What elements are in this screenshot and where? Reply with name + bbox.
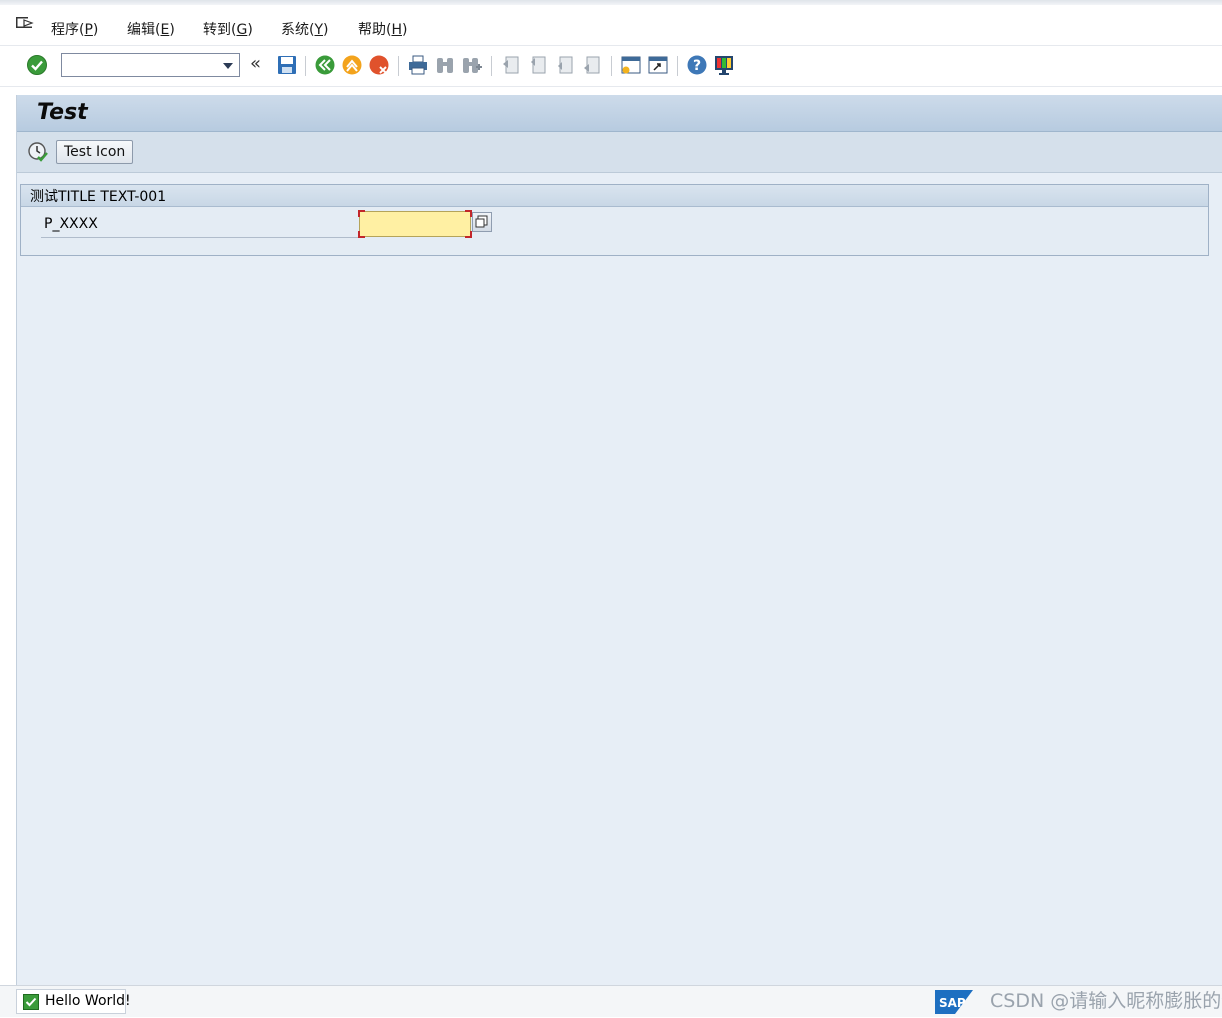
menu-program[interactable]: 程序(P)	[51, 19, 98, 39]
value-help-button[interactable]	[472, 212, 492, 232]
toolbar-separator	[677, 56, 678, 76]
param-label: P_XXXX	[44, 216, 98, 232]
toolbar-separator	[491, 56, 492, 76]
new-session-icon[interactable]	[620, 54, 642, 76]
find-icon[interactable]	[434, 54, 456, 76]
status-message-box[interactable]: Hello World!	[16, 989, 131, 1014]
standard-toolbar: « ?	[0, 45, 1222, 87]
last-page-icon[interactable]	[581, 54, 603, 76]
frame-title-bar: 测试TITLE TEXT-001	[21, 185, 1208, 207]
param-label-underline	[41, 237, 359, 238]
required-marker	[358, 210, 365, 217]
selection-frame: 测试TITLE TEXT-001 P_XXXX	[20, 184, 1209, 256]
previous-page-icon[interactable]	[527, 54, 549, 76]
required-marker	[465, 231, 472, 238]
toolbar-separator	[398, 56, 399, 76]
find-next-icon[interactable]	[461, 54, 483, 76]
command-field[interactable]	[61, 53, 240, 77]
collapse-chevron-icon[interactable]: «	[250, 55, 261, 73]
page-title: Test	[37, 100, 88, 125]
command-dropdown-icon[interactable]	[223, 63, 233, 69]
svg-text:SAP: SAP	[939, 996, 966, 1010]
execute-icon[interactable]	[27, 141, 49, 163]
toolbar-separator	[305, 56, 306, 76]
status-bar: Hello World! SAP CSDN @请输入昵称膨胀的馒头	[0, 985, 1222, 1017]
status-message: Hello World!	[45, 993, 131, 1009]
frame-title: 测试TITLE TEXT-001	[30, 189, 167, 205]
enter-icon[interactable]	[26, 54, 48, 76]
menu-edit[interactable]: 编辑(E)	[127, 19, 175, 39]
title-bar: Test	[17, 95, 1222, 132]
next-page-icon[interactable]	[554, 54, 576, 76]
toolbar-separator	[611, 56, 612, 76]
help-icon[interactable]: ?	[686, 54, 708, 76]
menu-system[interactable]: 系统(Y)	[281, 19, 329, 39]
screen-area: Test Test Icon 测试TITLE TEXT-001 P_XXXX	[16, 95, 1222, 985]
print-icon[interactable]	[407, 54, 429, 76]
success-check-icon	[23, 994, 39, 1010]
value-help-icon	[475, 215, 488, 228]
application-toolbar: Test Icon	[17, 132, 1222, 173]
sap-logo-icon: SAP	[935, 990, 973, 1014]
required-marker	[465, 210, 472, 217]
exit-icon[interactable]	[341, 54, 363, 76]
customize-layout-icon[interactable]	[713, 54, 735, 76]
param-input[interactable]	[363, 213, 467, 237]
cancel-icon[interactable]	[368, 54, 390, 76]
first-page-icon[interactable]	[500, 54, 522, 76]
watermark-text: CSDN @请输入昵称膨胀的馒头	[990, 990, 1222, 1012]
back-icon[interactable]	[314, 54, 336, 76]
shortcut-icon[interactable]	[647, 54, 669, 76]
param-input-box[interactable]	[358, 210, 472, 238]
save-icon[interactable]	[276, 54, 298, 76]
menu-toggle-icon[interactable]	[15, 15, 35, 31]
command-input[interactable]	[65, 55, 219, 77]
menu-bar: 程序(P) 编辑(E) 转到(G) 系统(Y) 帮助(H)	[0, 5, 1222, 45]
menu-help[interactable]: 帮助(H)	[358, 19, 407, 39]
test-icon-button[interactable]: Test Icon	[56, 140, 134, 164]
required-marker	[358, 231, 365, 238]
menu-goto[interactable]: 转到(G)	[203, 19, 253, 39]
svg-text:?: ?	[693, 58, 701, 74]
